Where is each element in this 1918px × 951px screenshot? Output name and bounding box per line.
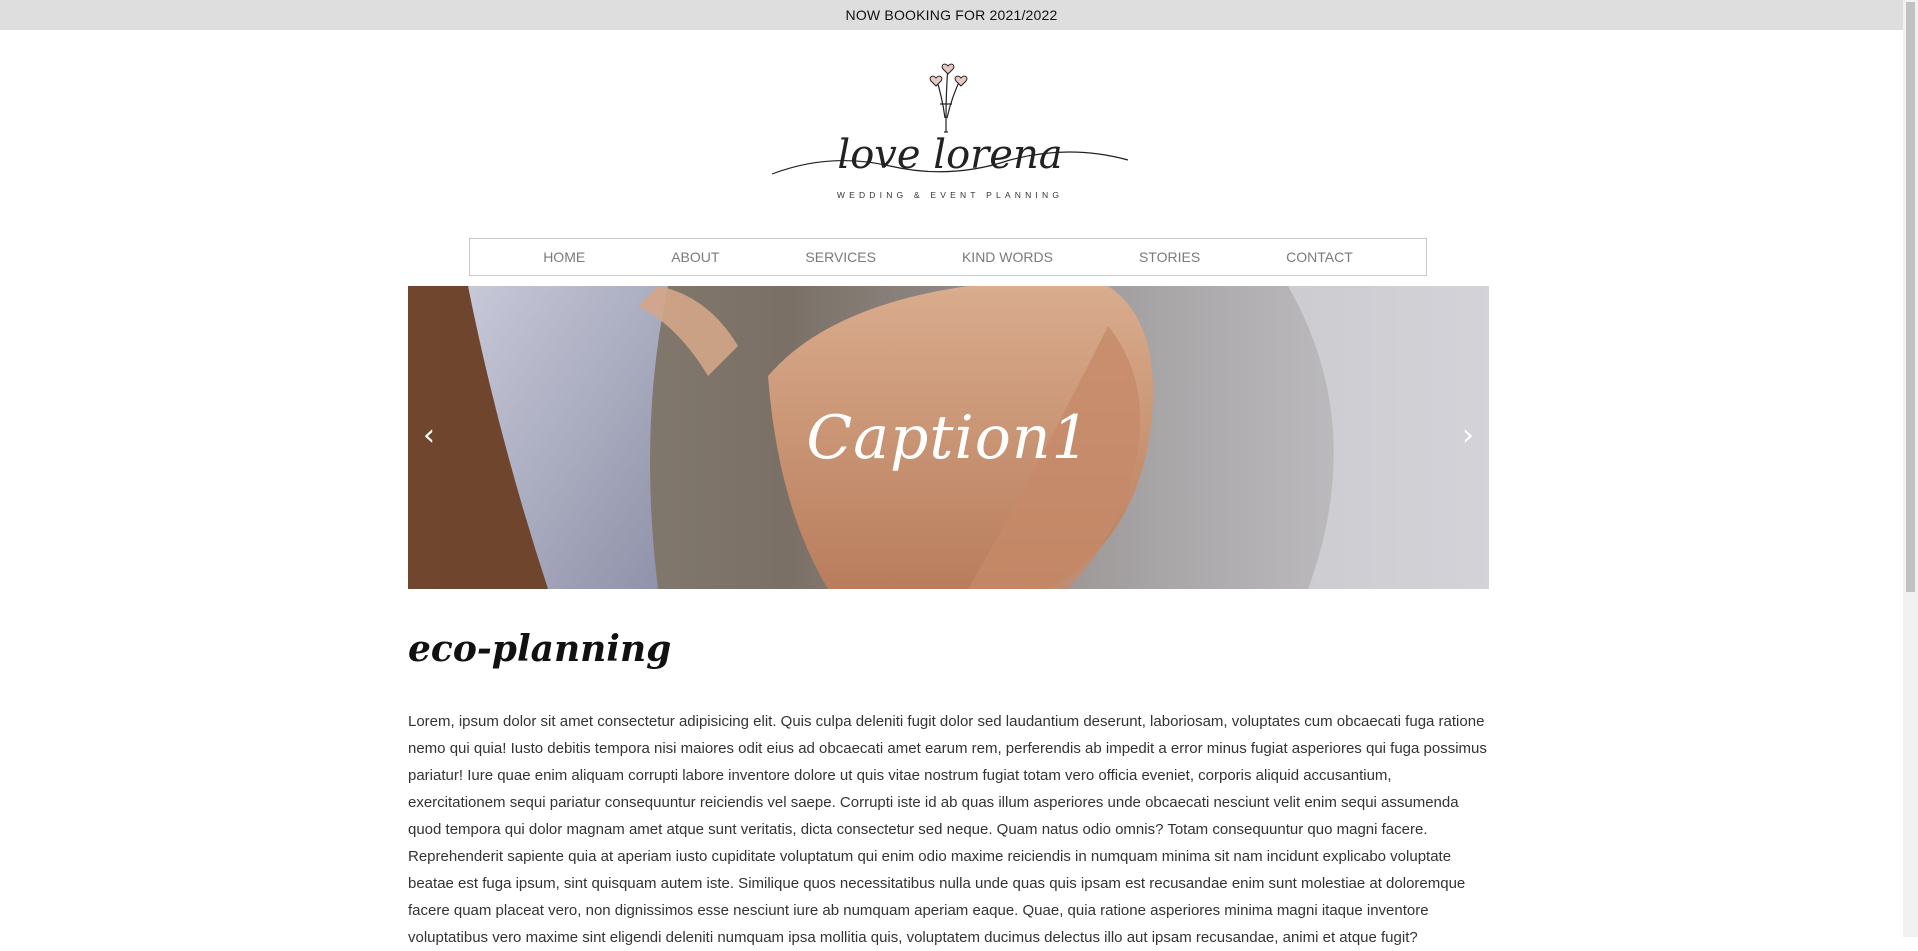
hero-carousel: Caption1 ‹ › [408, 286, 1489, 589]
logo-tagline: WEDDING & EVENT PLANNING [837, 190, 1063, 200]
scrollbar-thumb[interactable] [1906, 2, 1915, 592]
nav-kind-words[interactable]: KIND WORDS [919, 239, 1096, 275]
announcement-bar: NOW BOOKING FOR 2021/2022 [0, 0, 1903, 30]
logo-brand-script: love lorena [837, 132, 1062, 178]
nav-home[interactable]: HOME [500, 239, 628, 275]
page-scrollbar[interactable] [1903, 0, 1918, 937]
carousel-next-button[interactable]: › [1453, 416, 1483, 456]
announcement-text: NOW BOOKING FOR 2021/2022 [845, 7, 1058, 23]
section-title: eco-planning [408, 628, 672, 670]
section-body-text: Lorem, ipsum dolor sit amet consectetur … [408, 713, 1487, 946]
carousel-prev-button[interactable]: ‹ [414, 416, 444, 456]
nav-about[interactable]: ABOUT [628, 239, 762, 275]
nav-contact[interactable]: CONTACT [1243, 239, 1396, 275]
nav-stories[interactable]: STORIES [1096, 239, 1243, 275]
nav-services[interactable]: SERVICES [762, 239, 919, 275]
main-navigation: HOME ABOUT SERVICES KIND WORDS STORIES C… [469, 238, 1427, 276]
hero-caption: Caption1 [806, 402, 1091, 473]
brand-logo[interactable]: love lorena WEDDING & EVENT PLANNING [770, 56, 1130, 204]
logo-graphic: love lorena WEDDING & EVENT PLANNING [771, 63, 1129, 200]
